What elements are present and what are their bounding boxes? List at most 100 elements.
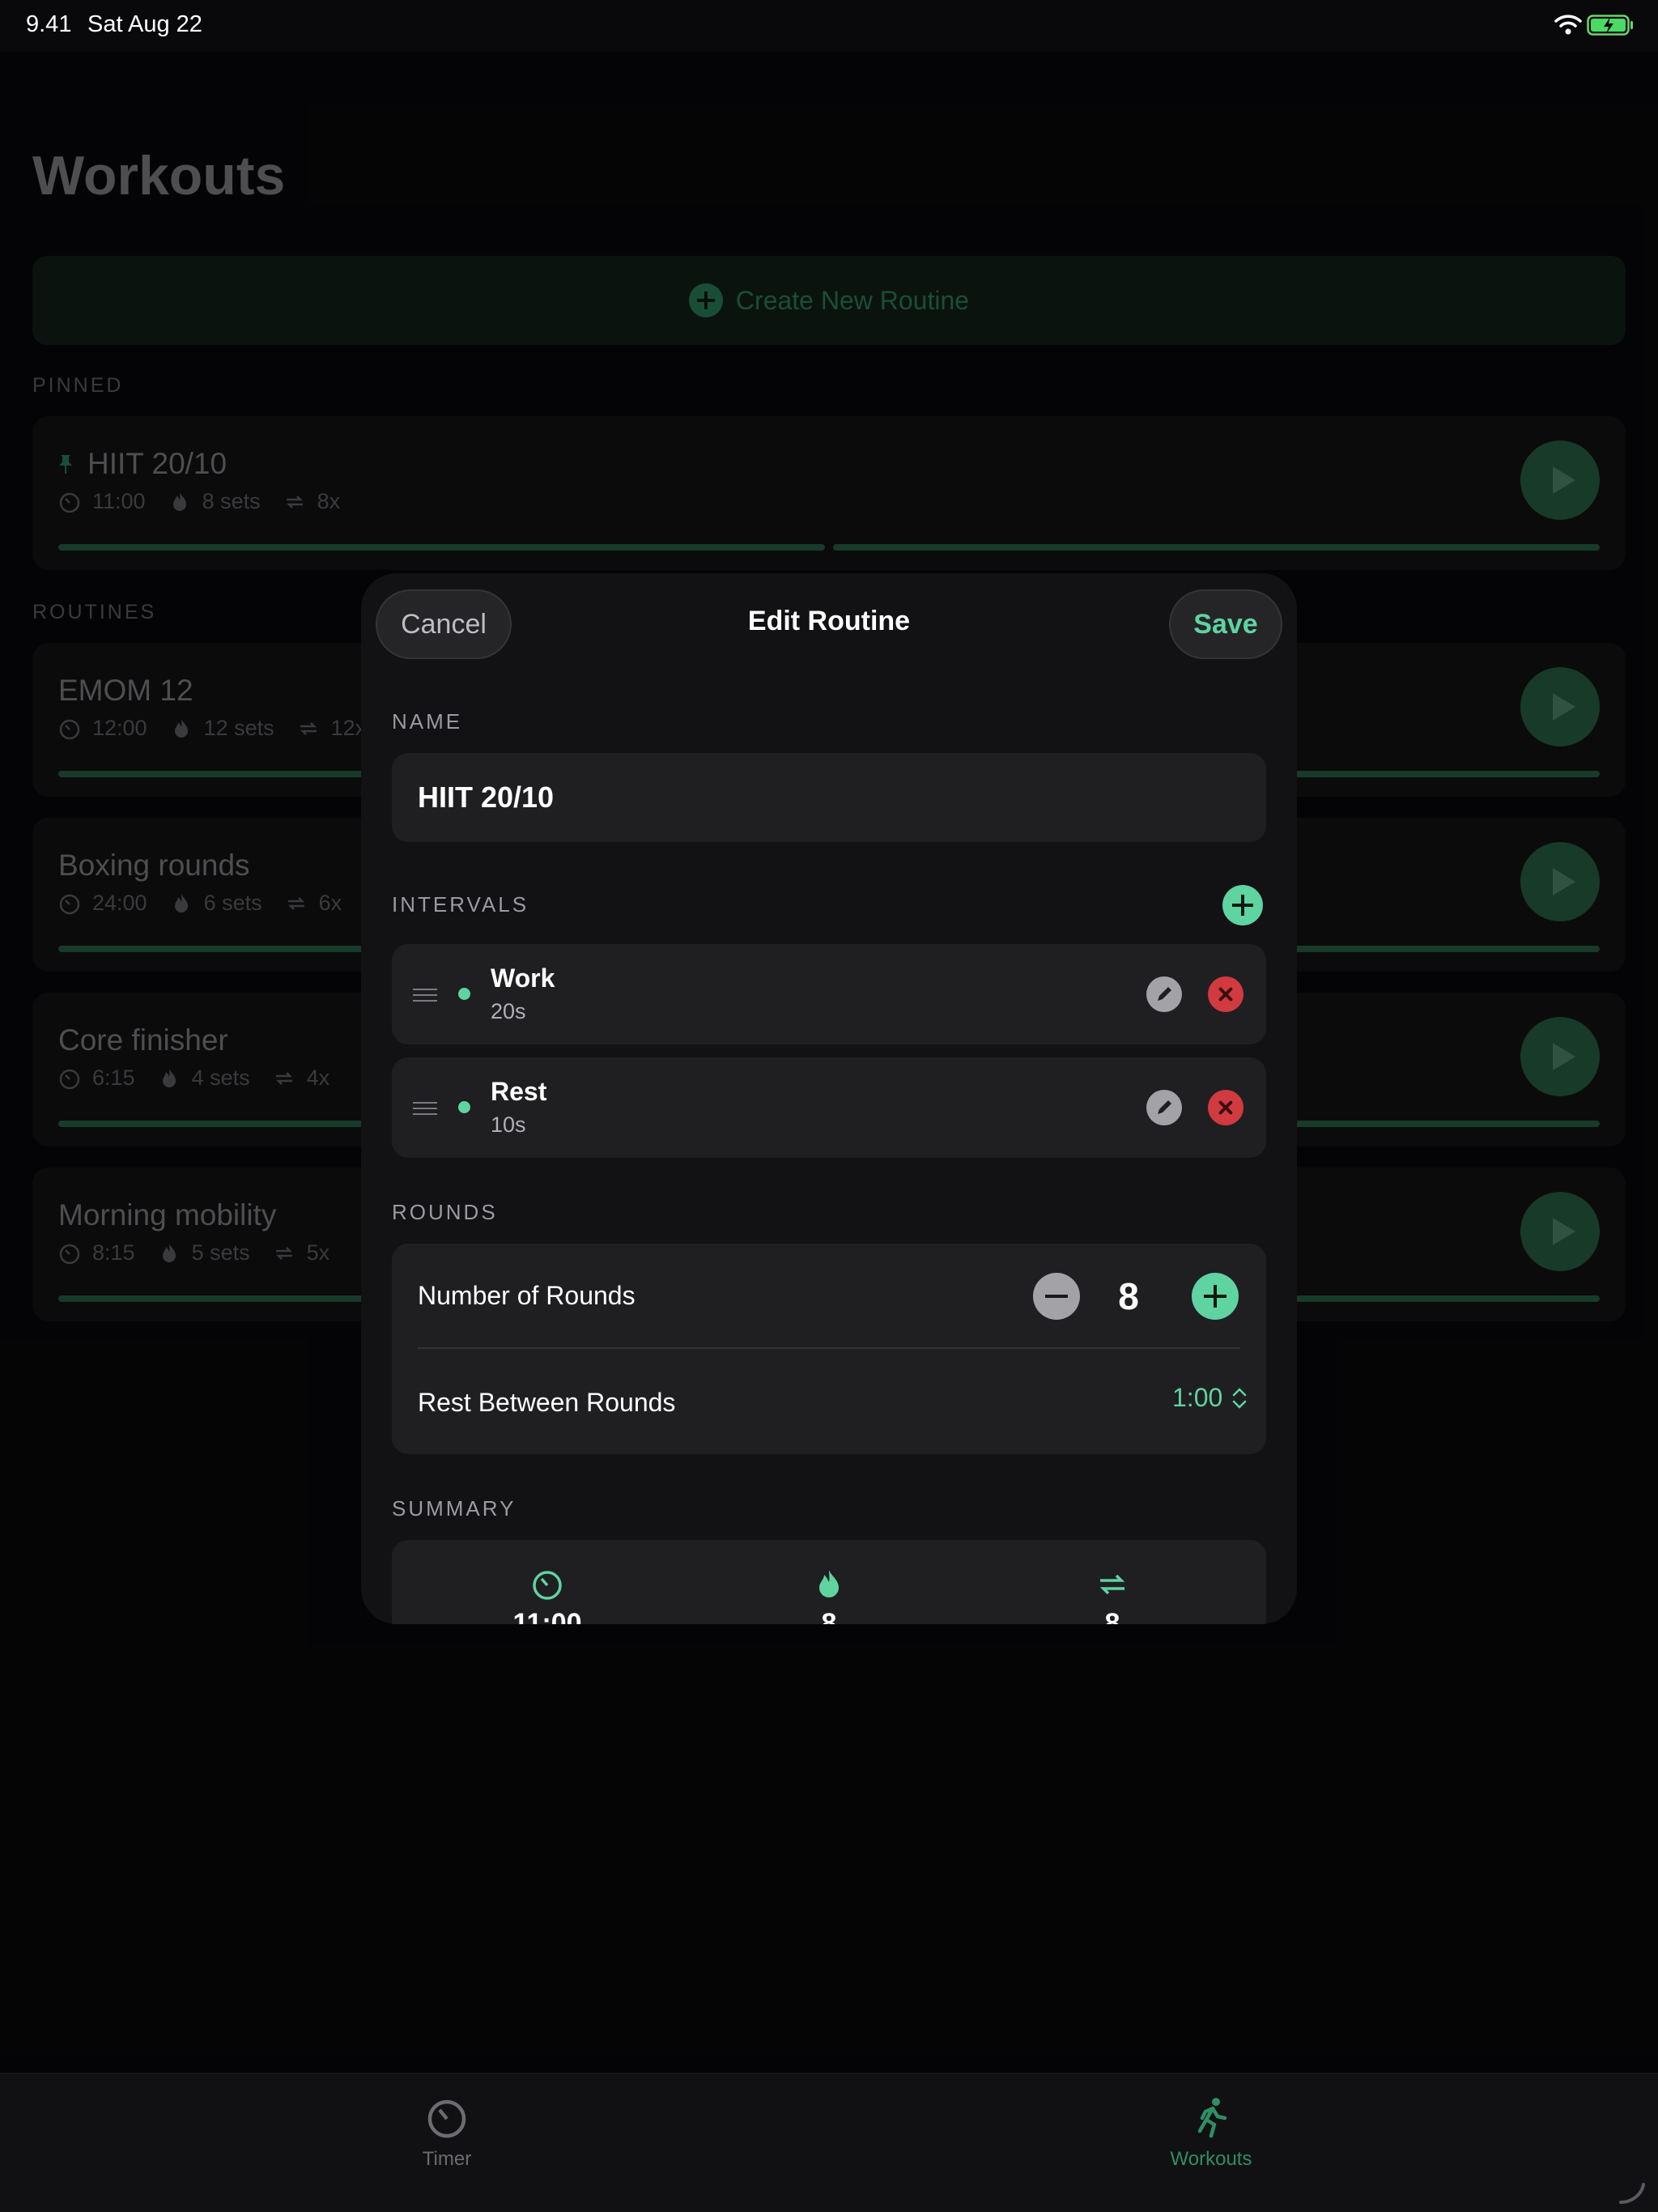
rest-between-rounds-value[interactable]: 1:00 — [1172, 1383, 1222, 1413]
routine-name: HIIT 20/10 — [87, 447, 227, 480]
repeat-icon — [300, 721, 317, 735]
modal-title: Edit Routine — [747, 606, 911, 636]
rounds-card: Number of Rounds 8 Rest Between Rounds 1… — [392, 1244, 1266, 1454]
interval-duration: 20s — [491, 999, 526, 1023]
summary-duration-value: 11:00 — [512, 1608, 582, 1624]
create-routine-button[interactable]: Create New Routine — [32, 256, 1626, 345]
pencil-icon — [1158, 1100, 1171, 1114]
routine-duration: 8:15 — [92, 1240, 135, 1265]
routine-meta: 8:15 5 sets 5x — [58, 1240, 352, 1266]
repeat-icon — [275, 1071, 292, 1085]
timer-icon — [533, 1571, 562, 1600]
routines-section-label: ROUTINES — [32, 601, 157, 623]
timer-icon — [427, 2099, 466, 2138]
decrease-rounds-button[interactable] — [1033, 1273, 1080, 1320]
play-button[interactable] — [1520, 440, 1600, 520]
routine-duration: 6:15 — [92, 1066, 135, 1090]
interval-row[interactable]: Work 20s — [392, 944, 1266, 1044]
repeat-icon — [286, 495, 303, 508]
routine-meta: 12:00 12 sets 12x — [58, 716, 389, 741]
status-date: Sat Aug 22 — [87, 11, 202, 37]
delete-interval-button[interactable] — [1208, 976, 1244, 1012]
rounds-value: 8 — [1118, 1275, 1139, 1317]
interval-name: Work — [491, 963, 555, 993]
routine-name: Core finisher — [58, 1023, 228, 1057]
summary-rounds-value: 8 — [1104, 1608, 1120, 1624]
drag-handle-icon[interactable] — [413, 1102, 437, 1115]
timer-icon — [59, 492, 80, 513]
routine-duration: 12:00 — [92, 716, 147, 740]
pin-icon — [59, 455, 72, 474]
timer-icon — [59, 719, 80, 739]
plus-circle-icon — [688, 283, 723, 317]
timer-icon — [59, 1069, 80, 1089]
increase-rounds-button[interactable] — [1192, 1273, 1239, 1320]
tab-label: Timer — [422, 2148, 472, 2170]
flame-icon — [174, 718, 188, 738]
add-interval-button[interactable] — [1222, 885, 1263, 925]
routine-name: Morning mobility — [58, 1198, 277, 1231]
interval-duration: 10s — [491, 1112, 526, 1137]
running-figure-icon — [1197, 2098, 1227, 2138]
routine-meta: 6:15 4 sets 4x — [58, 1066, 352, 1091]
flame-icon — [174, 893, 188, 912]
routine-sets: 6 sets — [203, 891, 262, 915]
rest-between-rounds-label: Rest Between Rounds — [418, 1388, 676, 1417]
create-routine-label: Create New Routine — [735, 285, 970, 315]
status-bar: 9.41 Sat Aug 22 — [0, 0, 1658, 52]
flame-icon — [162, 1068, 176, 1087]
summary-section-label: SUMMARY — [392, 1496, 517, 1521]
modal-header: Cancel Edit Routine Save — [361, 573, 1297, 670]
edit-routine-modal: Cancel Edit Routine Save NAME HIIT 20/10… — [361, 573, 1297, 1624]
name-value: HIIT 20/10 — [418, 781, 555, 814]
flame-icon — [819, 1570, 839, 1597]
timer-icon — [59, 894, 80, 914]
interval-row[interactable]: Rest 10s — [392, 1057, 1266, 1158]
save-button[interactable]: Save — [1169, 589, 1282, 659]
routine-sets: 4 sets — [191, 1066, 250, 1090]
tab-bar: Timer Workouts — [0, 2073, 1658, 2212]
summary-card: 11:00 8 8 — [392, 1540, 1266, 1624]
repeat-icon — [275, 1246, 292, 1260]
pencil-icon — [1158, 987, 1171, 1001]
name-field[interactable]: HIIT 20/10 — [392, 753, 1266, 842]
routine-meta: 24:00 6 sets 6x — [58, 891, 364, 916]
flame-icon — [162, 1243, 176, 1262]
edit-interval-button[interactable] — [1146, 1090, 1182, 1125]
routine-rounds: 6x — [318, 891, 342, 915]
drag-handle-icon[interactable] — [413, 989, 437, 1002]
pinned-routine-card[interactable]: HIIT 20/10 11:00 8 sets 8x — [32, 416, 1626, 570]
play-button[interactable] — [1520, 1192, 1600, 1271]
routine-rounds: 4x — [306, 1066, 330, 1090]
progress-segment — [833, 544, 1600, 551]
chevron-up-down-icon[interactable] — [1231, 1386, 1248, 1410]
delete-interval-button[interactable] — [1208, 1090, 1244, 1125]
play-button[interactable] — [1520, 667, 1600, 747]
divider — [418, 1347, 1240, 1349]
tab-workouts[interactable]: Workouts — [1130, 2095, 1292, 2171]
rounds-section-label: ROUNDS — [392, 1200, 498, 1224]
routine-rounds: 8x — [317, 489, 341, 513]
routine-sets: 12 sets — [203, 716, 274, 740]
resize-corner-icon — [1619, 2183, 1645, 2204]
interval-progress-bar — [58, 544, 1600, 551]
tab-timer[interactable]: Timer — [366, 2095, 528, 2171]
status-time: 9.41 — [26, 11, 72, 37]
play-button[interactable] — [1520, 842, 1600, 921]
routine-duration: 11:00 — [92, 489, 146, 513]
summary-sets-value: 8 — [821, 1608, 837, 1624]
page-title: Workouts — [32, 145, 286, 206]
interval-name: Rest — [491, 1077, 547, 1106]
wifi-icon — [1554, 15, 1582, 35]
routine-sets: 5 sets — [191, 1240, 250, 1265]
progress-segment — [58, 544, 825, 551]
name-section-label: NAME — [392, 709, 463, 734]
routine-name: Boxing rounds — [58, 849, 250, 882]
edit-interval-button[interactable] — [1146, 976, 1182, 1012]
routine-name: EMOM 12 — [58, 674, 193, 707]
summary-rounds: 8 — [1031, 1568, 1193, 1624]
routine-duration: 24:00 — [92, 891, 147, 915]
play-button[interactable] — [1520, 1017, 1600, 1096]
pinned-section-label: PINNED — [32, 374, 124, 397]
repeat-icon — [1099, 1574, 1125, 1595]
